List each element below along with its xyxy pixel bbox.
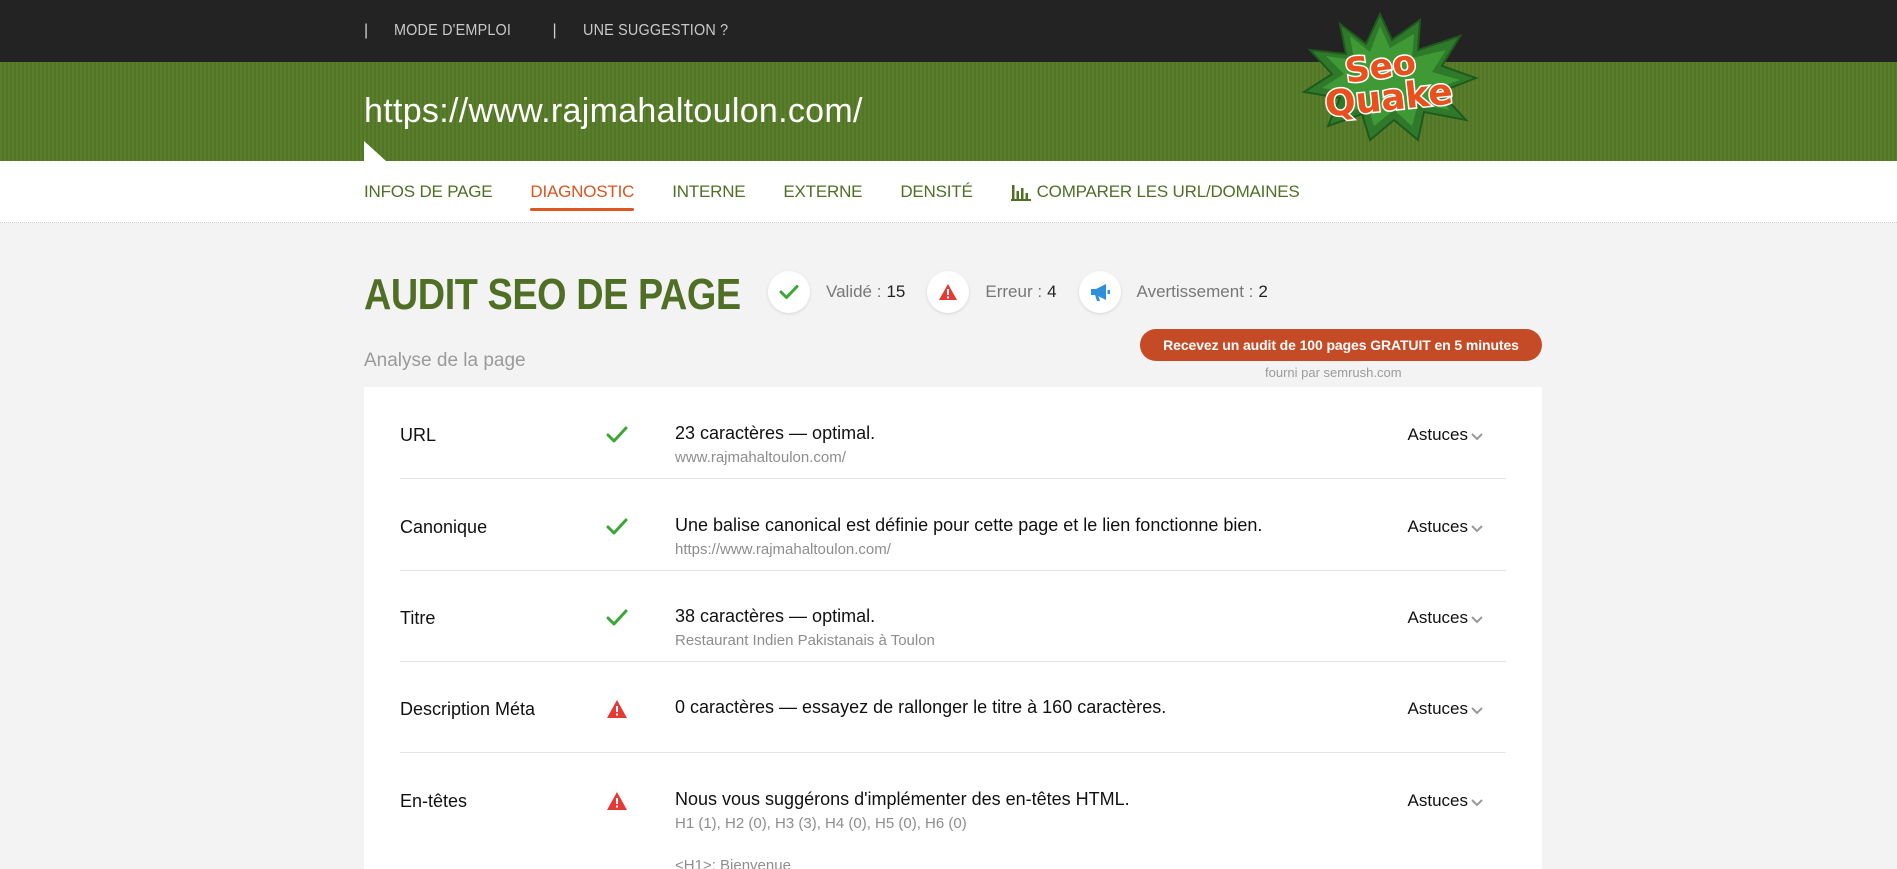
tab-densite[interactable]: DENSITÉ bbox=[900, 182, 972, 202]
suggestion-link[interactable]: UNE SUGGESTION ? bbox=[583, 22, 728, 40]
audit-row-headings: En-têtes Nous vous suggérons d'implément… bbox=[400, 753, 1506, 869]
error-triangle-icon bbox=[607, 792, 627, 810]
stat-value: 4 bbox=[1047, 282, 1057, 301]
tabs-bar: INFOS DE PAGE DIAGNOSTIC INTERNE EXTERNE… bbox=[0, 161, 1897, 223]
tips-label: Astuces bbox=[1407, 517, 1468, 536]
row-detail: Restaurant Indien Pakistanais à Toulon bbox=[675, 632, 935, 649]
audit-panel: URL 23 caractères — optimal. www.rajmaha… bbox=[364, 387, 1542, 869]
stat-label: Avertissement : bbox=[1136, 282, 1254, 301]
stat-valid: Validé : 15 bbox=[768, 271, 905, 313]
header-notch bbox=[364, 141, 386, 161]
row-label: Description Méta bbox=[400, 699, 536, 719]
seoquake-logo[interactable]: Seo Quake bbox=[1300, 11, 1480, 144]
chevron-down-icon bbox=[1471, 525, 1483, 533]
row-label: URL bbox=[400, 425, 437, 445]
mode-emploi-link[interactable]: MODE D'EMPLOI bbox=[394, 22, 511, 40]
row-label: En-têtes bbox=[400, 791, 468, 811]
stat-warning: Avertissement : 2 bbox=[1078, 271, 1268, 313]
megaphone-icon bbox=[1090, 284, 1110, 301]
error-badge bbox=[927, 271, 970, 313]
tab-label: DIAGNOSTIC bbox=[530, 182, 635, 201]
warning-badge bbox=[1078, 271, 1121, 313]
tab-label: INTERNE bbox=[672, 182, 746, 201]
chevron-down-icon bbox=[1471, 433, 1483, 441]
audit-row-meta-description: Description Méta 0 caractères — essayez … bbox=[400, 661, 1506, 753]
row-detail: www.rajmahaltoulon.com/ bbox=[675, 449, 846, 466]
audit-stats: Validé : 15 Erreur : 4 Avertissement : 2 bbox=[768, 270, 1290, 314]
section-subtitle: Analyse de la page bbox=[364, 350, 526, 371]
seoquake-logo-icon: Seo Quake bbox=[1301, 11, 1479, 142]
top-bar: | MODE D'EMPLOI | UNE SUGGESTION ? bbox=[0, 0, 1897, 62]
audit-row-url: URL 23 caractères — optimal. www.rajmaha… bbox=[400, 387, 1506, 479]
page-title: AUDIT SEO DE PAGE bbox=[364, 270, 741, 319]
tab-label: COMPARER LES URL/DOMAINES bbox=[1036, 182, 1300, 201]
tab-infos-de-page[interactable]: INFOS DE PAGE bbox=[364, 182, 493, 202]
tips-toggle[interactable]: Astuces bbox=[1408, 699, 1484, 719]
free-audit-button[interactable]: Recevez un audit de 100 pages GRATUIT en… bbox=[1140, 329, 1542, 361]
top-nav: | MODE D'EMPLOI | UNE SUGGESTION ? bbox=[364, 0, 772, 62]
tab-externe[interactable]: EXTERNE bbox=[783, 182, 862, 202]
tips-toggle[interactable]: Astuces bbox=[1408, 425, 1484, 445]
stat-value: 15 bbox=[886, 282, 906, 301]
chevron-down-icon bbox=[1471, 707, 1483, 715]
tab-label: DENSITÉ bbox=[900, 182, 973, 201]
check-icon bbox=[606, 609, 628, 626]
tips-label: Astuces bbox=[1407, 699, 1468, 718]
url-header: https://www.rajmahaltoulon.com/ bbox=[0, 62, 1897, 161]
page-url: https://www.rajmahaltoulon.com/ bbox=[364, 92, 863, 130]
nav-separator: | bbox=[552, 22, 557, 39]
row-message: 23 caractères — optimal. bbox=[675, 423, 876, 443]
nav-separator: | bbox=[364, 22, 369, 39]
chevron-down-icon bbox=[1471, 616, 1483, 624]
check-icon bbox=[606, 426, 628, 443]
valid-badge bbox=[768, 271, 810, 313]
tab-comparer[interactable]: COMPARER LES URL/DOMAINES bbox=[1010, 182, 1300, 202]
error-triangle-icon bbox=[607, 700, 627, 718]
row-message: 0 caractères — essayez de rallonger le t… bbox=[675, 697, 1167, 717]
row-detail: H1 (1), H2 (0), H3 (3), H4 (0), H5 (0), … bbox=[675, 815, 967, 832]
stat-value: 2 bbox=[1258, 282, 1268, 301]
tips-toggle[interactable]: Astuces bbox=[1408, 791, 1484, 811]
row-message: Une balise canonical est définie pour ce… bbox=[675, 515, 1263, 535]
tab-label: EXTERNE bbox=[783, 182, 863, 201]
tips-label: Astuces bbox=[1407, 608, 1468, 627]
tabs: INFOS DE PAGE DIAGNOSTIC INTERNE EXTERNE… bbox=[364, 161, 1338, 223]
check-icon bbox=[779, 285, 799, 299]
row-label: Canonique bbox=[400, 517, 488, 537]
error-triangle-icon bbox=[939, 284, 958, 300]
audit-row-canonical: Canonique Une balise canonical est défin… bbox=[400, 479, 1506, 571]
tips-toggle[interactable]: Astuces bbox=[1408, 517, 1484, 537]
stat-label: Validé : bbox=[826, 282, 882, 301]
stat-error: Erreur : 4 bbox=[927, 271, 1057, 313]
tips-label: Astuces bbox=[1407, 791, 1468, 810]
row-detail: https://www.rajmahaltoulon.com/ bbox=[675, 541, 891, 558]
tab-label: INFOS DE PAGE bbox=[364, 182, 493, 201]
row-extra-detail: <H1>: Bienvenue bbox=[675, 857, 791, 869]
tab-diagnostic[interactable]: DIAGNOSTIC bbox=[530, 182, 635, 211]
stat-label: Erreur : bbox=[985, 282, 1043, 301]
chevron-down-icon bbox=[1471, 799, 1483, 807]
row-message: Nous vous suggérons d'implémenter des en… bbox=[675, 789, 1130, 809]
row-label: Titre bbox=[400, 608, 436, 628]
tips-toggle[interactable]: Astuces bbox=[1408, 608, 1484, 628]
tips-label: Astuces bbox=[1407, 425, 1468, 444]
provided-by-semrush[interactable]: fourni par semrush.com bbox=[1265, 365, 1402, 380]
audit-row-title: Titre 38 caractères — optimal. Restauran… bbox=[400, 570, 1506, 662]
bar-chart-icon bbox=[1010, 185, 1031, 201]
tab-interne[interactable]: INTERNE bbox=[672, 182, 745, 202]
row-message: 38 caractères — optimal. bbox=[675, 606, 876, 626]
check-icon bbox=[606, 518, 628, 535]
